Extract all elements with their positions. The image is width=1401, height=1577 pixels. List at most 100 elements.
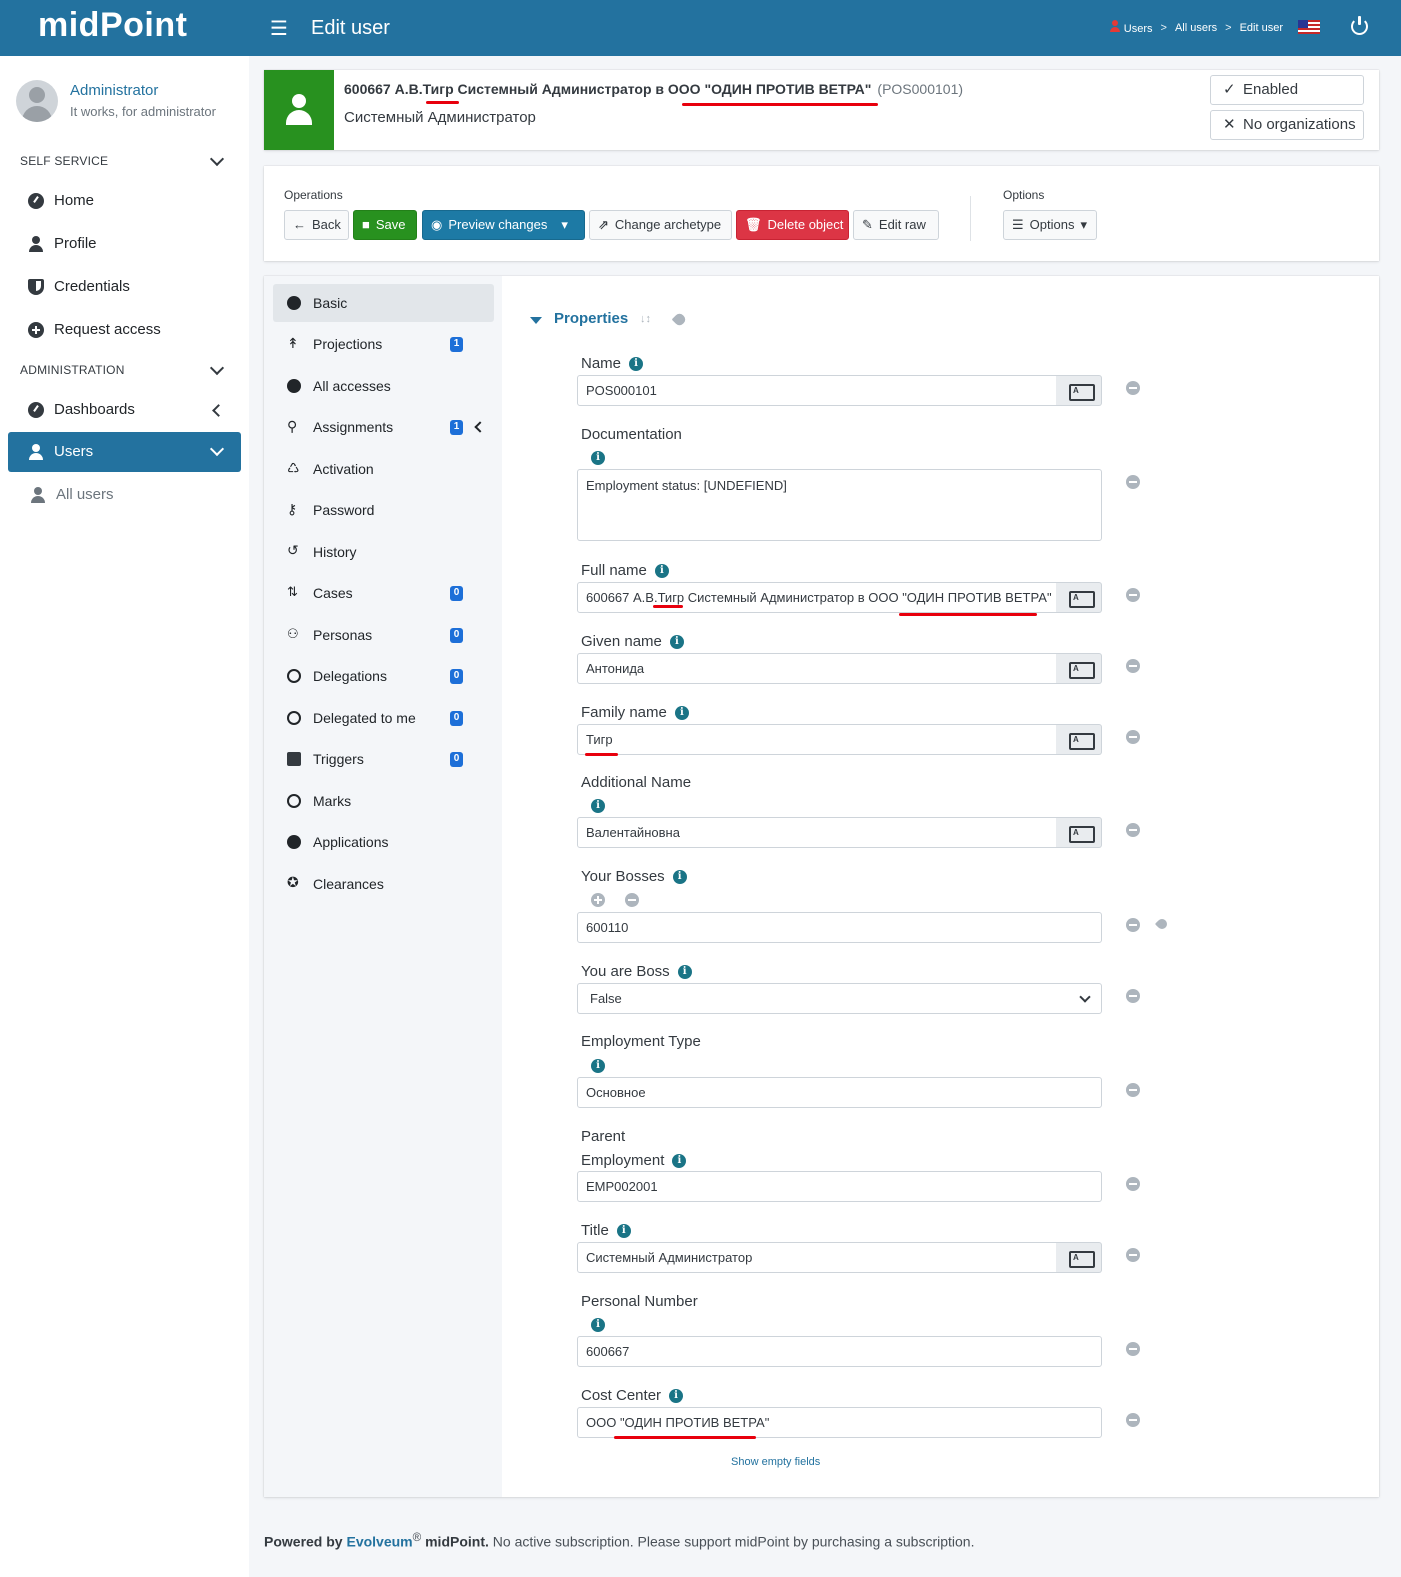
status-no-organizations[interactable]: ✕ No organizations <box>1210 110 1364 140</box>
employment-type-input[interactable]: Основное <box>577 1077 1102 1108</box>
us-flag-icon[interactable] <box>1298 20 1320 34</box>
change-archetype-button[interactable]: ⇗ Change archetype <box>589 210 732 240</box>
remove-value-icon[interactable] <box>1126 730 1140 744</box>
tab-marks[interactable]: Marks <box>273 782 494 820</box>
info-icon[interactable]: i <box>654 564 669 579</box>
tab-cases[interactable]: ⇅ Cases 0 <box>273 574 494 612</box>
properties-header[interactable]: Properties <box>554 310 628 327</box>
remove-value-icon[interactable] <box>1126 1248 1140 1262</box>
add-value-icon[interactable] <box>591 893 605 907</box>
edit-raw-button[interactable]: ✎ Edit raw <box>853 210 939 240</box>
info-icon[interactable]: i <box>591 451 605 465</box>
your-bosses-input[interactable]: 600110 <box>577 912 1102 943</box>
power-icon[interactable] <box>1351 16 1368 35</box>
tab-triggers[interactable]: Triggers 0 <box>273 740 494 778</box>
delete-object-button[interactable]: 🗑 Delete object <box>736 210 849 240</box>
midpoint-logo[interactable]: midPoint <box>38 6 187 45</box>
tab-applications[interactable]: Applications <box>273 823 494 861</box>
translate-icon[interactable] <box>1056 582 1102 613</box>
info-icon[interactable]: i <box>672 870 687 885</box>
info-icon[interactable]: i <box>674 706 689 721</box>
translate-icon[interactable] <box>1056 653 1102 684</box>
remove-value-icon[interactable] <box>1126 1342 1140 1356</box>
sidebar-item-home[interactable]: Home <box>28 192 94 209</box>
tag-icon[interactable] <box>1154 916 1170 932</box>
hamburger-menu-icon[interactable]: ☰ <box>270 16 288 41</box>
remove-value-icon[interactable] <box>1126 823 1140 837</box>
status-enabled[interactable]: ✓ Enabled <box>1210 75 1364 105</box>
info-icon[interactable]: i <box>591 799 605 813</box>
chevron-left-icon[interactable] <box>212 404 225 417</box>
parent-employment-input[interactable]: EMP002001 <box>577 1171 1102 1202</box>
tab-basic[interactable]: Basic <box>273 284 494 322</box>
info-icon[interactable]: i <box>672 1154 687 1169</box>
tab-delegated-to-me[interactable]: Delegated to me 0 <box>273 699 494 737</box>
title-input[interactable]: Системный Администратор <box>577 1242 1057 1273</box>
sort-icon[interactable]: ↓↕ <box>640 313 651 325</box>
info-icon[interactable]: i <box>591 1318 605 1332</box>
sidebar-item-request-access[interactable]: Request access <box>28 321 161 338</box>
caret-down-icon[interactable]: ▾ <box>561 217 568 233</box>
translate-icon[interactable] <box>1056 817 1102 848</box>
you-are-boss-select[interactable]: False <box>577 983 1102 1014</box>
info-icon[interactable]: i <box>669 635 684 650</box>
info-icon[interactable]: i <box>669 1389 684 1404</box>
tab-password[interactable]: ⚷ Password <box>273 491 494 529</box>
tab-activation[interactable]: ♺ Activation <box>273 450 494 488</box>
chevron-down-icon[interactable] <box>209 151 225 167</box>
sidebar-section-self-service[interactable]: SELF SERVICE <box>20 154 108 168</box>
full-name-input[interactable]: 600667 А.В.Тигр Системный Администратор … <box>577 582 1057 613</box>
tab-projections[interactable]: ↟ Projections 1 <box>273 325 494 363</box>
remove-value-icon[interactable] <box>1126 918 1140 932</box>
sidebar-user-name[interactable]: Administrator <box>70 82 158 99</box>
evolveum-link[interactable]: Evolveum <box>346 1534 412 1550</box>
sidebar-item-all-users[interactable]: All users <box>30 486 114 503</box>
tab-assignments[interactable]: ⚲ Assignments 1 <box>273 408 494 446</box>
tab-clearances[interactable]: ✪ Clearances <box>273 865 494 903</box>
additional-name-input[interactable]: Валентайновна <box>577 817 1057 848</box>
sidebar-item-profile[interactable]: Profile <box>28 235 97 252</box>
remove-value-icon[interactable] <box>1126 475 1140 489</box>
info-icon[interactable]: i <box>677 965 692 980</box>
translate-icon[interactable] <box>1056 724 1102 755</box>
remove-value-icon[interactable] <box>1126 588 1140 602</box>
cost-center-input[interactable]: ООО "ОДИН ПРОТИВ ВЕТРА" <box>577 1407 1102 1438</box>
tab-history[interactable]: ↺ History <box>273 533 494 571</box>
remove-value-icon[interactable] <box>625 893 639 907</box>
save-button[interactable]: ■ Save <box>353 210 417 240</box>
caret-down-icon[interactable] <box>530 317 542 324</box>
tab-personas[interactable]: ⚇ Personas 0 <box>273 616 494 654</box>
personal-number-input[interactable]: 600667 <box>577 1336 1102 1367</box>
remove-value-icon[interactable] <box>1126 1413 1140 1427</box>
remove-value-icon[interactable] <box>1126 1083 1140 1097</box>
sidebar-item-credentials[interactable]: Credentials <box>28 278 130 295</box>
info-icon[interactable]: i <box>629 357 644 372</box>
remove-value-icon[interactable] <box>1126 381 1140 395</box>
chevron-down-icon[interactable] <box>209 360 225 376</box>
remove-value-icon[interactable] <box>1126 1177 1140 1191</box>
sidebar-item-users[interactable]: Users <box>8 432 241 472</box>
chevron-left-icon[interactable] <box>474 421 486 433</box>
chevron-down-icon[interactable] <box>209 441 225 457</box>
tag-icon[interactable] <box>671 311 688 328</box>
remove-value-icon[interactable] <box>1126 659 1140 673</box>
given-name-input[interactable]: Антонида <box>577 653 1057 684</box>
show-empty-fields-link[interactable]: Show empty fields <box>731 1456 820 1468</box>
preview-changes-button[interactable]: ◉ Preview changes ▾ <box>422 210 585 240</box>
back-button[interactable]: ← Back <box>284 210 349 240</box>
options-button[interactable]: ☰ Options ▾ <box>1003 210 1097 240</box>
tab-all-accesses[interactable]: All accesses <box>273 367 494 405</box>
translate-icon[interactable] <box>1056 1242 1102 1273</box>
sidebar-section-administration[interactable]: ADMINISTRATION <box>20 363 125 377</box>
info-icon[interactable]: i <box>616 1224 631 1239</box>
family-name-input[interactable]: Тигр <box>577 724 1057 755</box>
tab-delegations[interactable]: Delegations 0 <box>273 657 494 695</box>
remove-value-icon[interactable] <box>1126 989 1140 1003</box>
breadcrumb-users[interactable]: Users <box>1109 20 1153 35</box>
documentation-textarea[interactable]: Employment status: [UNDEFIEND] <box>577 469 1102 541</box>
sidebar-item-dashboards[interactable]: Dashboards <box>28 401 135 418</box>
info-icon[interactable]: i <box>591 1059 605 1073</box>
name-input[interactable]: POS000101 <box>577 375 1057 406</box>
breadcrumb-all-users[interactable]: All users <box>1175 22 1217 34</box>
translate-icon[interactable] <box>1056 375 1102 406</box>
